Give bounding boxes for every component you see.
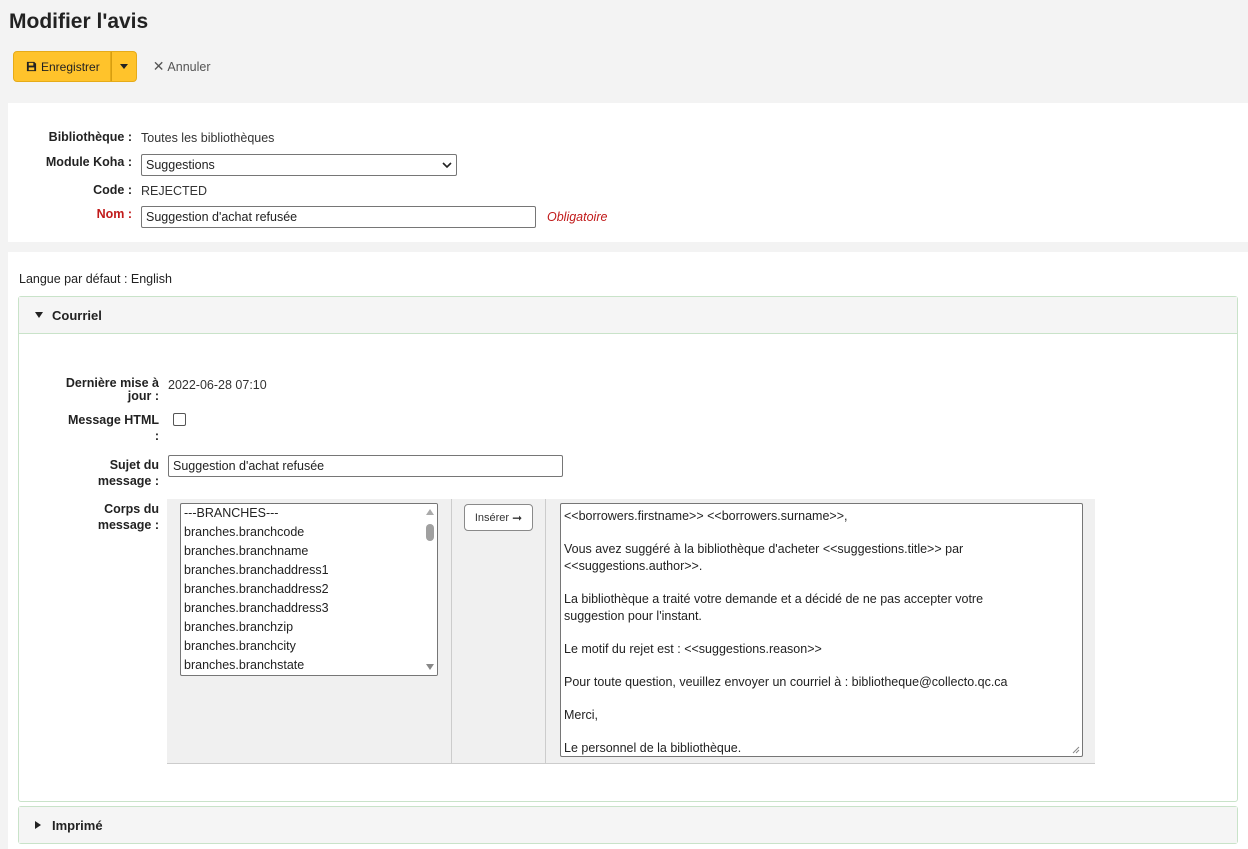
caret-down-icon <box>119 64 128 69</box>
email-section: Courriel Dernière mise à jour : 2022-06-2… <box>18 296 1238 802</box>
default-language-label: Langue par défaut : English <box>19 272 172 286</box>
x-icon: ✕ <box>152 58 165 74</box>
floppy-disk-icon <box>26 61 37 72</box>
caret-down-icon <box>35 312 43 318</box>
body-line: Merci, <box>564 708 599 723</box>
print-section: Imprimé <box>18 806 1238 844</box>
last-updated-label: Dernière mise à jour : <box>65 376 159 403</box>
arrow-right-icon: ➞ <box>512 510 523 525</box>
cancel-button[interactable]: ✕ Annuler <box>153 58 211 75</box>
save-options-dropdown[interactable] <box>110 51 137 82</box>
body-line: La bibliothèque a traité votre demande e… <box>564 591 984 606</box>
body-line <box>564 624 1079 641</box>
body-line <box>564 691 1079 708</box>
library-value: Toutes les bibliothèques <box>141 131 275 145</box>
name-input[interactable]: Suggestion d'achat refusée <box>141 206 536 228</box>
print-section-title: Imprimé <box>52 817 103 833</box>
html-message-checkbox[interactable] <box>173 413 186 426</box>
body-line: Le personnel de la bibliothèque. <box>564 741 742 756</box>
subject-label: Sujet du message : <box>97 458 159 488</box>
notice-info-panel: Bibliothèque : Toutes les bibliothèques … <box>8 103 1248 242</box>
resize-handle-icon[interactable] <box>1072 746 1080 754</box>
code-value: REJECTED <box>141 184 207 198</box>
field-option[interactable]: branches.branchstate <box>181 656 437 675</box>
code-label: Code : <box>93 183 132 197</box>
scroll-up-icon[interactable] <box>426 509 434 515</box>
save-button-label: Enregistrer <box>41 59 100 74</box>
body-line: <<borrowers.firstname>> <<borrowers.surn… <box>564 509 848 523</box>
body-line: suggestion pour l'instant. <box>564 608 702 623</box>
chevron-down-icon <box>442 162 452 169</box>
module-select[interactable]: Suggestions <box>141 154 457 176</box>
language-panel: Langue par défaut : English Courriel Der… <box>8 252 1248 849</box>
field-option[interactable]: branches.branchname <box>181 542 437 561</box>
body-line: Vous avez suggéré à la bibliothèque d'ac… <box>564 542 964 557</box>
field-option[interactable]: branches.branchcity <box>181 637 437 656</box>
insert-button[interactable]: Insérer ➞ <box>464 504 533 531</box>
save-button[interactable]: Enregistrer <box>13 51 111 82</box>
cancel-label: Annuler <box>167 59 211 74</box>
html-message-label: Message HTML: <box>68 413 159 443</box>
name-label: Nom : <box>96 207 132 221</box>
print-section-header[interactable]: Imprimé <box>19 807 1237 843</box>
scroll-down-icon[interactable] <box>426 664 434 670</box>
field-option[interactable]: branches.branchaddress1 <box>181 561 437 580</box>
fields-listbox[interactable]: ---BRANCHES--- branches.branchcode branche… <box>180 503 438 676</box>
email-section-header[interactable]: Courriel <box>19 297 1237 334</box>
field-option[interactable]: branches.branchaddress2 <box>181 580 437 599</box>
library-label: Bibliothèque : <box>48 130 132 144</box>
insert-button-label: Insérer <box>474 511 510 524</box>
module-label: Module Koha : <box>45 155 132 169</box>
body-line: <<suggestions.author>>. <box>564 558 703 573</box>
page-title: Modifier l'avis <box>9 10 149 33</box>
body-line <box>564 657 1079 674</box>
email-section-title: Courriel <box>52 307 102 323</box>
caret-right-icon <box>35 821 41 829</box>
field-option[interactable]: branches.branchzip <box>181 618 437 637</box>
scroll-thumb[interactable] <box>426 524 434 541</box>
subject-input[interactable]: Suggestion d'achat refusée <box>168 455 563 477</box>
body-line <box>564 724 1079 741</box>
body-line: Le motif du rejet est : <<suggestions.re… <box>564 641 822 656</box>
field-option[interactable]: branches.branchcode <box>181 523 437 542</box>
body-line <box>564 574 1079 591</box>
body-line: Pour toute question, veuillez envoyer un… <box>564 674 1008 689</box>
required-text: Obligatoire <box>547 210 608 224</box>
body-editor: ---BRANCHES--- branches.branchcode branche… <box>167 499 1095 764</box>
last-updated-value: 2022-06-28 07:10 <box>168 378 267 392</box>
toolbar: Enregistrer ✕ Annuler <box>13 51 211 82</box>
body-label: Corps du message : <box>97 502 159 532</box>
body-line <box>564 525 1079 542</box>
field-option[interactable]: branches.branchaddress3 <box>181 599 437 618</box>
field-option[interactable]: ---BRANCHES--- <box>181 504 437 523</box>
module-select-value: Suggestions <box>146 158 215 172</box>
body-textarea[interactable]: <<borrowers.firstname>> <<borrowers.surn… <box>560 503 1083 757</box>
fields-scrollbar[interactable] <box>423 504 437 675</box>
